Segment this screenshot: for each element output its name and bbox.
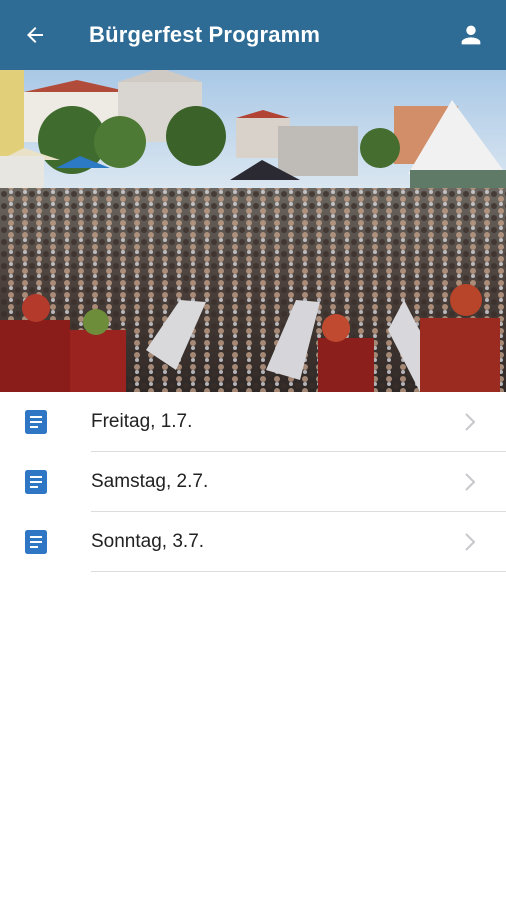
list-item-day-3[interactable]: Sonntag, 3.7. — [0, 512, 506, 572]
person-icon — [461, 25, 481, 45]
document-icon — [24, 470, 48, 494]
document-icon — [24, 410, 48, 434]
hero-image — [0, 70, 506, 392]
list-item-label: Freitag, 1.7. — [91, 411, 193, 432]
chevron-right-icon — [460, 470, 480, 494]
arrow-left-icon — [27, 27, 43, 43]
profile-button[interactable] — [436, 0, 506, 70]
chevron-right-icon — [460, 410, 480, 434]
back-button[interactable] — [0, 0, 70, 70]
list-item-label: Sonntag, 3.7. — [91, 531, 205, 552]
document-icon — [24, 530, 48, 554]
festival-crowd-photo — [0, 70, 506, 392]
chevron-right-icon — [460, 530, 480, 554]
divider — [91, 571, 506, 572]
day-list: Freitag, 1.7. Samstag, 2.7. Sonntag, 3.7… — [0, 392, 506, 572]
list-item-label: Samstag, 2.7. — [91, 471, 209, 492]
list-item-day-2[interactable]: Samstag, 2.7. — [0, 452, 506, 512]
app-bar: Bürgerfest Programm — [0, 0, 506, 70]
list-item-day-1[interactable]: Freitag, 1.7. — [0, 392, 506, 452]
page-title: Bürgerfest Programm — [89, 22, 321, 47]
